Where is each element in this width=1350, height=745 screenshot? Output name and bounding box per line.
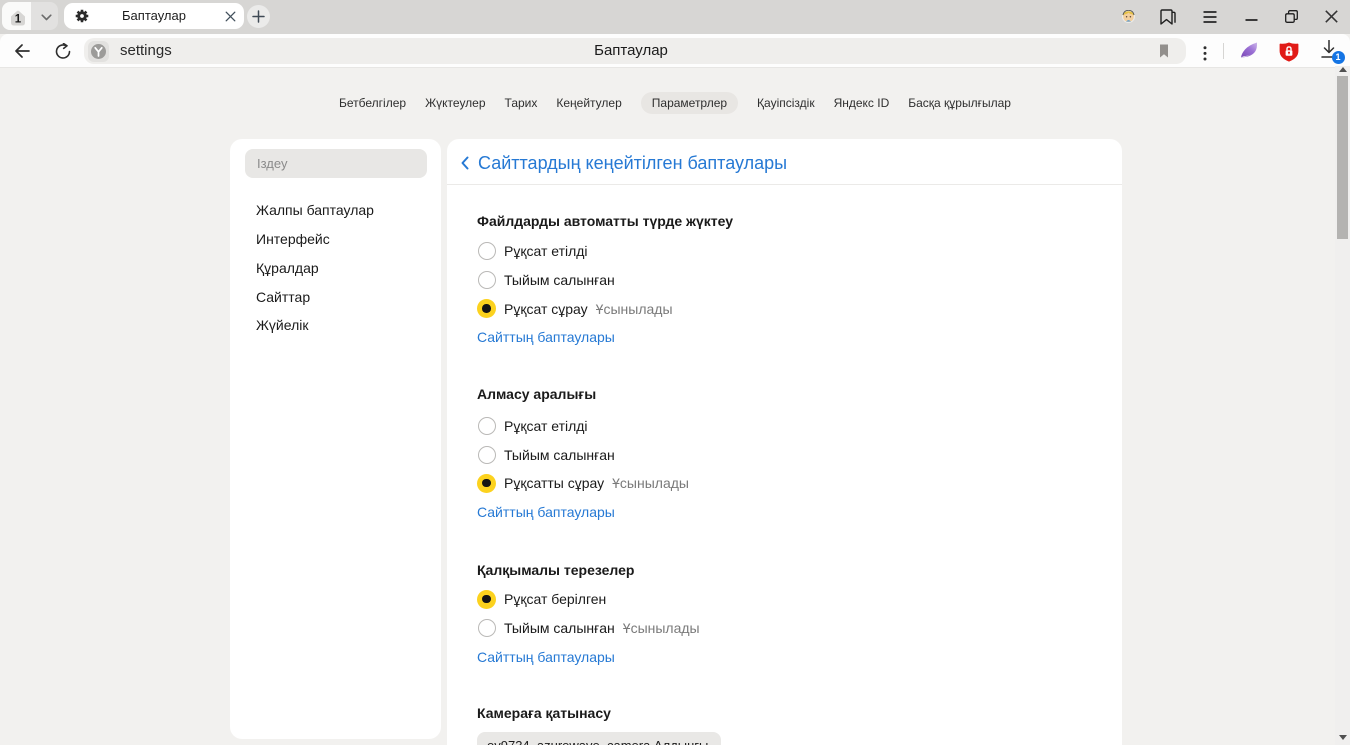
svg-text:1: 1 — [15, 13, 22, 25]
